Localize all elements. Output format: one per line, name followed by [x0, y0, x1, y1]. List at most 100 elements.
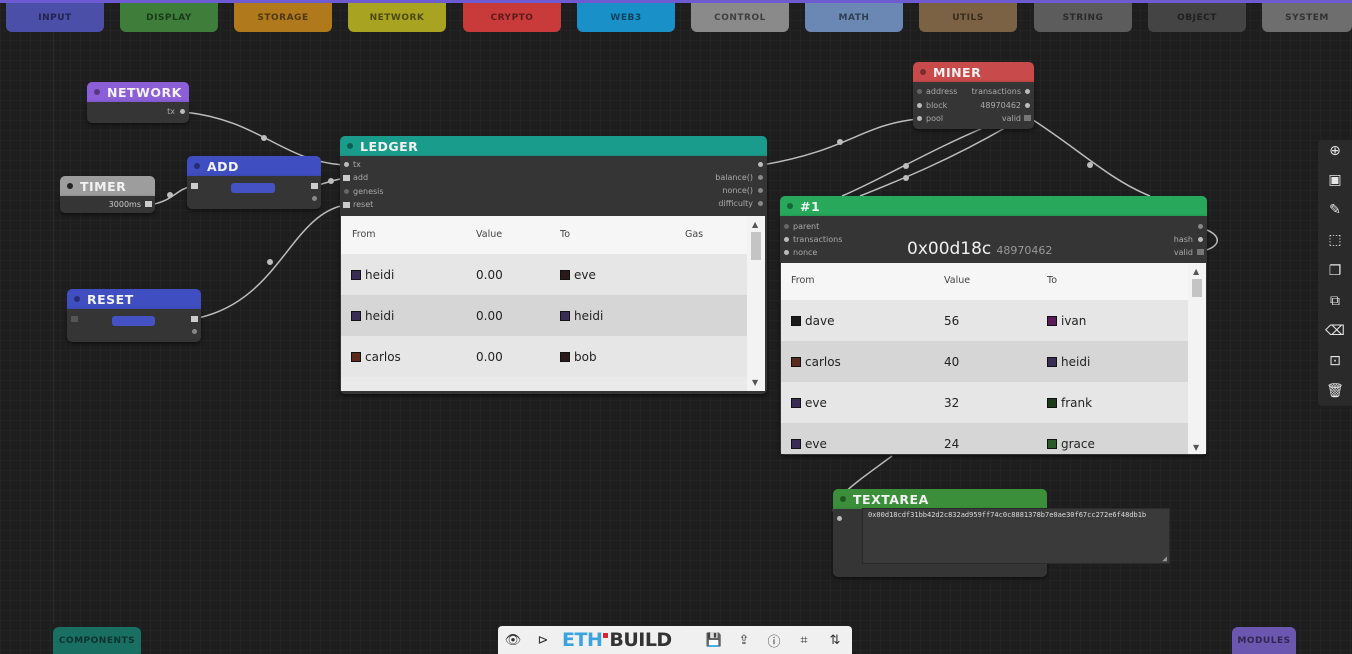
reset-node-header[interactable]: RESET	[67, 289, 201, 309]
eye-icon[interactable]: 👁	[501, 626, 525, 654]
miner-output-pin-transactions[interactable]	[1025, 89, 1030, 94]
copy-icon[interactable]: ❐	[1318, 257, 1352, 285]
collapse-dot[interactable]	[67, 183, 73, 189]
ledger-node[interactable]: LEDGER tx add genesis reset balance() no…	[340, 136, 767, 394]
reset-button[interactable]	[112, 316, 155, 326]
reset-output-pin[interactable]	[191, 316, 198, 322]
scroll-thumb[interactable]	[751, 232, 761, 260]
pencil-icon[interactable]: ✎	[1318, 196, 1352, 224]
collapse-dot[interactable]	[840, 496, 846, 502]
backspace-icon[interactable]: ⌫	[1318, 317, 1352, 345]
trash-icon[interactable]: 🗑	[1318, 377, 1352, 405]
table-row[interactable]: dave 56 ivan	[781, 300, 1189, 341]
play-icon[interactable]: ⊳	[531, 626, 555, 654]
network-output-pin[interactable]	[180, 109, 185, 114]
group-icon[interactable]: ⊡	[1318, 347, 1352, 375]
tab-utils[interactable]: UTILS	[919, 3, 1017, 32]
reset-input-pin[interactable]	[71, 316, 78, 322]
table-row[interactable]: eve 24 grace	[781, 423, 1189, 454]
ledger-table-scrollbar[interactable]: ▲ ▼	[747, 216, 765, 391]
block-node[interactable]: #1 parent transactions nonce hash valid …	[780, 196, 1207, 455]
tab-string[interactable]: STRING	[1034, 3, 1132, 32]
scroll-down-icon[interactable]: ▼	[752, 378, 758, 387]
tab-crypto[interactable]: CRYPTO	[463, 3, 561, 32]
tab-storage[interactable]: STORAGE	[234, 3, 332, 32]
block-input-pin-nonce[interactable]	[784, 250, 789, 255]
block-output-pin-hash[interactable]	[1198, 237, 1203, 242]
block-node-header[interactable]: #1	[780, 196, 1207, 216]
table-row[interactable]: heidi 0.00 heidi	[341, 295, 747, 336]
scroll-down-icon[interactable]: ▼	[1193, 443, 1199, 452]
add-node-header[interactable]: ADD	[187, 156, 321, 176]
scroll-thumb[interactable]	[1192, 279, 1202, 297]
scroll-up-icon[interactable]: ▲	[752, 220, 758, 229]
textarea-input-pin[interactable]	[837, 516, 842, 521]
load-icon[interactable]: ⇪	[732, 626, 756, 654]
table-row[interactable]: heidi 0.00 eve	[341, 254, 747, 295]
network-node[interactable]: NETWORK tx	[87, 82, 189, 123]
ledger-output-pin-difficulty[interactable]	[758, 201, 763, 206]
add-output-pin-2[interactable]	[312, 196, 317, 201]
collapse-dot[interactable]	[347, 143, 353, 149]
components-button[interactable]: COMPONENTS	[53, 627, 141, 654]
timer-node-header[interactable]: TIMER	[60, 176, 155, 196]
save-icon[interactable]: 💾	[702, 626, 726, 654]
duplicate-icon[interactable]: ⧉	[1318, 287, 1352, 315]
tab-input[interactable]: INPUT	[6, 3, 104, 32]
tab-web3[interactable]: WEB3	[577, 3, 675, 32]
block-table-scrollbar[interactable]: ▲ ▼	[1188, 263, 1206, 454]
miner-node[interactable]: MINER address block pool transactions 48…	[913, 62, 1034, 129]
ledger-output-pin-balance[interactable]	[758, 175, 763, 180]
block-input-pin-parent[interactable]	[784, 224, 789, 229]
miner-input-pin-address[interactable]	[917, 89, 922, 94]
tab-system[interactable]: SYSTEM	[1262, 3, 1352, 32]
miner-node-header[interactable]: MINER	[913, 62, 1034, 82]
tab-object[interactable]: OBJECT	[1148, 3, 1246, 32]
modules-button[interactable]: MODULES	[1232, 627, 1296, 654]
collapse-dot[interactable]	[920, 69, 926, 75]
miner-output-pin-nonce[interactable]	[1025, 103, 1030, 108]
timer-node[interactable]: TIMER 3000ms	[60, 176, 155, 213]
collapse-dot[interactable]	[74, 296, 80, 302]
tab-math[interactable]: MATH	[805, 3, 903, 32]
miner-input-pin-block[interactable]	[917, 103, 922, 108]
resize-handle-icon[interactable]: ◢	[1162, 554, 1167, 563]
ledger-input-pin-reset[interactable]	[343, 202, 350, 208]
miner-output-pin-valid[interactable]	[1024, 115, 1031, 121]
image-icon[interactable]: ▣	[1318, 166, 1352, 194]
block-input-pin-transactions[interactable]	[784, 237, 789, 242]
tab-display[interactable]: DISPLAY	[120, 3, 218, 32]
collapse-dot[interactable]	[787, 203, 793, 209]
block-output-pin-valid[interactable]	[1197, 249, 1204, 255]
add-circle-icon[interactable]: ⊕	[1318, 137, 1352, 165]
table-row[interactable]: carlos 40 heidi	[781, 341, 1189, 382]
table-row[interactable]: carlos 0.00 bob	[341, 336, 747, 377]
add-input-pin[interactable]	[191, 183, 198, 189]
sort-arrows-icon[interactable]: ⇅	[823, 626, 847, 654]
reset-node[interactable]: RESET	[67, 289, 201, 342]
tab-network[interactable]: NETWORK	[348, 3, 446, 32]
scroll-up-icon[interactable]: ▲	[1193, 267, 1199, 276]
miner-input-pin-pool[interactable]	[917, 116, 922, 121]
ledger-input-pin-add[interactable]	[343, 175, 350, 181]
tab-control[interactable]: CONTROL	[691, 3, 789, 32]
ledger-output-pin-nonce[interactable]	[758, 188, 763, 193]
info-icon[interactable]: ⓘ	[762, 626, 786, 654]
ledger-node-header[interactable]: LEDGER	[340, 136, 767, 156]
add-button[interactable]	[231, 183, 275, 193]
ledger-input-pin-tx[interactable]	[344, 162, 349, 167]
timer-output-pin[interactable]	[145, 201, 152, 207]
collapse-dot[interactable]	[94, 89, 100, 95]
select-box-icon[interactable]: ⬚	[1318, 226, 1352, 254]
ledger-input-pin-genesis[interactable]	[344, 189, 349, 194]
block-output-pin-main[interactable]	[1198, 224, 1203, 229]
add-node[interactable]: ADD	[187, 156, 321, 209]
qr-scan-icon[interactable]: ⌗	[792, 626, 816, 654]
network-node-header[interactable]: NETWORK	[87, 82, 189, 102]
textarea-node-header[interactable]: TEXTAREA	[833, 489, 1047, 509]
table-row[interactable]: eve 32 frank	[781, 382, 1189, 423]
reset-output-pin-2[interactable]	[192, 329, 197, 334]
collapse-dot[interactable]	[194, 163, 200, 169]
ledger-output-pin-main[interactable]	[758, 162, 763, 167]
add-output-pin[interactable]	[311, 183, 318, 189]
